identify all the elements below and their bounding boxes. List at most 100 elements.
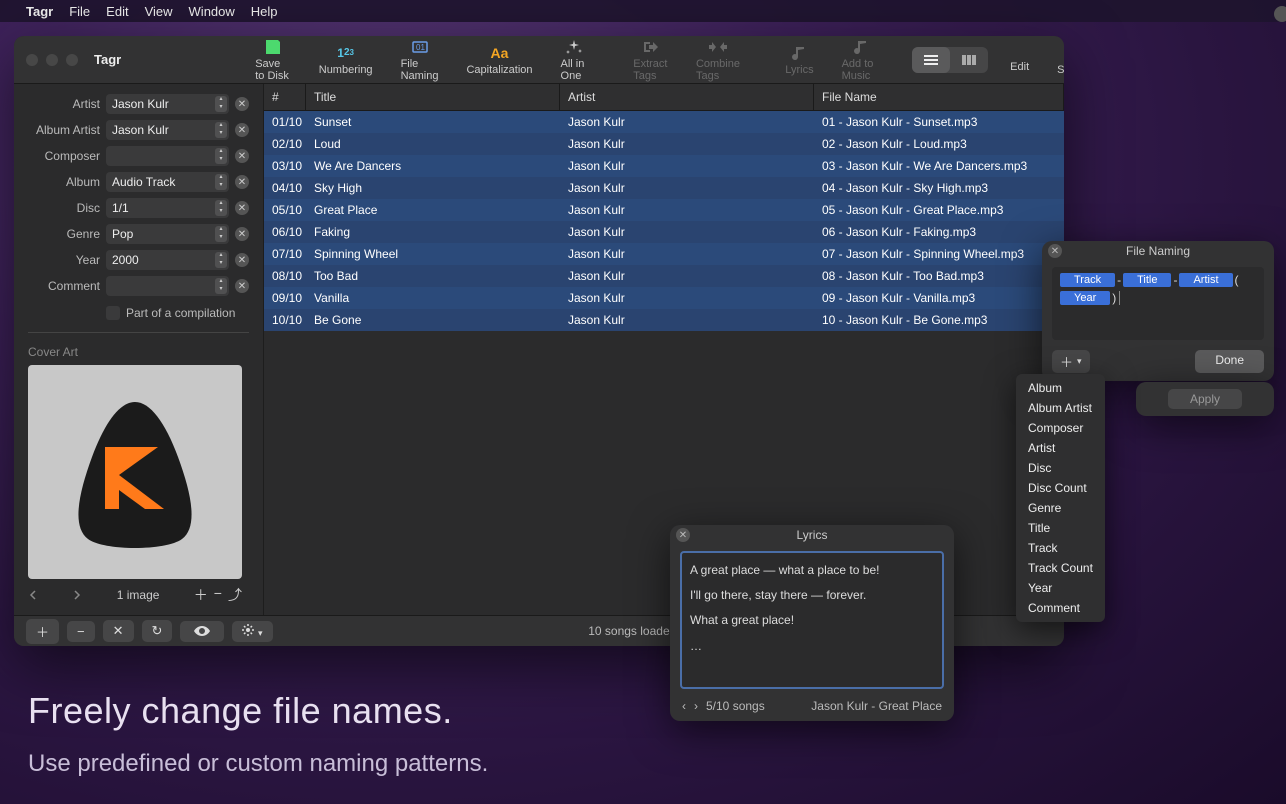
footer-reload-button[interactable]: ↻ xyxy=(142,620,173,642)
genre-input[interactable] xyxy=(106,224,229,244)
cover-export-icon[interactable]: ⤴ xyxy=(228,585,242,605)
cover-remove-icon[interactable]: − xyxy=(214,585,222,605)
table-row[interactable]: 10/10Be GoneJason Kulr10 - Jason Kulr - … xyxy=(264,309,1064,331)
stepper-icon[interactable]: ▴▾ xyxy=(215,174,227,190)
comment-input[interactable] xyxy=(106,276,229,296)
col-artist[interactable]: Artist xyxy=(560,84,814,110)
view-list-button[interactable] xyxy=(912,47,950,73)
apply-button[interactable]: Apply xyxy=(1168,389,1242,409)
compilation-checkbox-row[interactable]: Part of a compilation xyxy=(106,306,249,320)
menubar-help[interactable]: Help xyxy=(251,4,278,19)
token-dropdown[interactable]: AlbumAlbum ArtistComposerArtistDiscDisc … xyxy=(1016,374,1105,622)
tool-edit[interactable]: Edit xyxy=(996,43,1043,77)
table-header[interactable]: # Title Artist File Name xyxy=(264,84,1064,111)
clear-comment[interactable]: ✕ xyxy=(235,279,249,293)
dropdown-item[interactable]: Album Artist xyxy=(1016,398,1105,418)
checkbox-icon[interactable] xyxy=(106,306,120,320)
footer-preview-button[interactable] xyxy=(180,621,224,642)
stepper-icon[interactable]: ▴▾ xyxy=(215,200,227,216)
dropdown-item[interactable]: Track xyxy=(1016,538,1105,558)
tool-capitalization[interactable]: Aa Capitalization xyxy=(452,40,546,80)
tool-search[interactable]: Search xyxy=(1043,40,1064,80)
clear-genre[interactable]: ✕ xyxy=(235,227,249,241)
cover-next[interactable] xyxy=(72,588,82,603)
table-row[interactable]: 01/10SunsetJason Kulr01 - Jason Kulr - S… xyxy=(264,111,1064,133)
menubar-app[interactable]: Tagr xyxy=(26,4,53,19)
menubar-window[interactable]: Window xyxy=(189,4,235,19)
dropdown-item[interactable]: Title xyxy=(1016,518,1105,538)
stepper-icon[interactable]: ▴▾ xyxy=(215,122,227,138)
clear-artist[interactable]: ✕ xyxy=(235,97,249,111)
tool-extract-tags[interactable]: Extract Tags xyxy=(619,36,682,86)
clear-disc[interactable]: ✕ xyxy=(235,201,249,215)
table-row[interactable]: 03/10We Are DancersJason Kulr03 - Jason … xyxy=(264,155,1064,177)
year-input[interactable] xyxy=(106,250,229,270)
dropdown-item[interactable]: Disc Count xyxy=(1016,478,1105,498)
close-icon[interactable]: ✕ xyxy=(1048,244,1062,258)
clear-album-artist[interactable]: ✕ xyxy=(235,123,249,137)
dropdown-item[interactable]: Comment xyxy=(1016,598,1105,618)
clear-album[interactable]: ✕ xyxy=(235,175,249,189)
lyrics-next[interactable]: › xyxy=(694,699,698,713)
stepper-icon[interactable]: ▴▾ xyxy=(215,96,227,112)
tool-all-in-one[interactable]: All in One xyxy=(547,36,602,86)
dropdown-item[interactable]: Disc xyxy=(1016,458,1105,478)
dropdown-item[interactable]: Album xyxy=(1016,378,1105,398)
menubar-file[interactable]: File xyxy=(69,4,90,19)
album-input[interactable] xyxy=(106,172,229,192)
disc-input[interactable] xyxy=(106,198,229,218)
clear-year[interactable]: ✕ xyxy=(235,253,249,267)
dropdown-item[interactable]: Year xyxy=(1016,578,1105,598)
window-traffic-lights[interactable] xyxy=(14,54,90,66)
window-minimize[interactable] xyxy=(46,54,58,66)
col-file[interactable]: File Name xyxy=(814,84,1064,110)
window-close[interactable] xyxy=(26,54,38,66)
artist-input[interactable] xyxy=(106,94,229,114)
file-naming-pattern[interactable]: Track - Title - Artist ( Year ) xyxy=(1052,267,1264,340)
cover-art-thumbnail[interactable] xyxy=(28,365,242,579)
token-title[interactable]: Title xyxy=(1123,273,1171,287)
stepper-icon[interactable]: ▴▾ xyxy=(215,252,227,268)
stepper-icon[interactable]: ▴▾ xyxy=(215,148,227,164)
table-row[interactable]: 04/10Sky HighJason Kulr04 - Jason Kulr -… xyxy=(264,177,1064,199)
dropdown-item[interactable]: Track Count xyxy=(1016,558,1105,578)
stepper-icon[interactable]: ▴▾ xyxy=(215,226,227,242)
table-row[interactable]: 02/10LoudJason Kulr02 - Jason Kulr - Lou… xyxy=(264,133,1064,155)
lyrics-textarea[interactable]: A great place — what a place to be! I'll… xyxy=(680,551,944,689)
view-segmented[interactable] xyxy=(912,47,988,73)
table-row[interactable]: 08/10Too BadJason Kulr08 - Jason Kulr - … xyxy=(264,265,1064,287)
tool-numbering[interactable]: 123 Numbering xyxy=(305,40,387,80)
lyrics-prev[interactable]: ‹ xyxy=(682,699,686,713)
view-columns-button[interactable] xyxy=(950,47,988,73)
footer-settings-button[interactable]: ▾ xyxy=(232,621,272,642)
col-num[interactable]: # xyxy=(264,84,306,110)
footer-add-button[interactable]: ＋ xyxy=(26,619,59,644)
cover-add-icon[interactable]: ＋ xyxy=(194,585,208,605)
token-year[interactable]: Year xyxy=(1060,291,1110,305)
dropdown-item[interactable]: Composer xyxy=(1016,418,1105,438)
tool-add-music[interactable]: Add to Music xyxy=(828,36,893,86)
table-row[interactable]: 05/10Great PlaceJason Kulr05 - Jason Kul… xyxy=(264,199,1064,221)
tool-combine-tags[interactable]: Combine Tags xyxy=(682,36,754,86)
album-artist-input[interactable] xyxy=(106,120,229,140)
col-title[interactable]: Title xyxy=(306,84,560,110)
close-icon[interactable]: ✕ xyxy=(676,528,690,542)
done-button[interactable]: Done xyxy=(1195,350,1264,373)
tool-lyrics[interactable]: Lyrics xyxy=(771,40,827,80)
menubar-view[interactable]: View xyxy=(145,4,173,19)
token-artist[interactable]: Artist xyxy=(1179,273,1232,287)
add-token-button[interactable]: ＋▾ xyxy=(1052,350,1090,373)
footer-remove-button[interactable]: − xyxy=(67,621,95,642)
clear-composer[interactable]: ✕ xyxy=(235,149,249,163)
tool-save[interactable]: Save to Disk xyxy=(241,36,305,86)
window-zoom[interactable] xyxy=(66,54,78,66)
dropdown-item[interactable]: Genre xyxy=(1016,498,1105,518)
menubar-edit[interactable]: Edit xyxy=(106,4,128,19)
tool-file-naming[interactable]: 01 File Naming xyxy=(387,36,453,86)
table-row[interactable]: 06/10FakingJason Kulr06 - Jason Kulr - F… xyxy=(264,221,1064,243)
footer-clear-button[interactable]: ✕ xyxy=(103,620,134,642)
table-row[interactable]: 09/10VanillaJason Kulr09 - Jason Kulr - … xyxy=(264,287,1064,309)
dropdown-item[interactable]: Artist xyxy=(1016,438,1105,458)
composer-input[interactable] xyxy=(106,146,229,166)
cover-prev[interactable] xyxy=(28,588,38,603)
